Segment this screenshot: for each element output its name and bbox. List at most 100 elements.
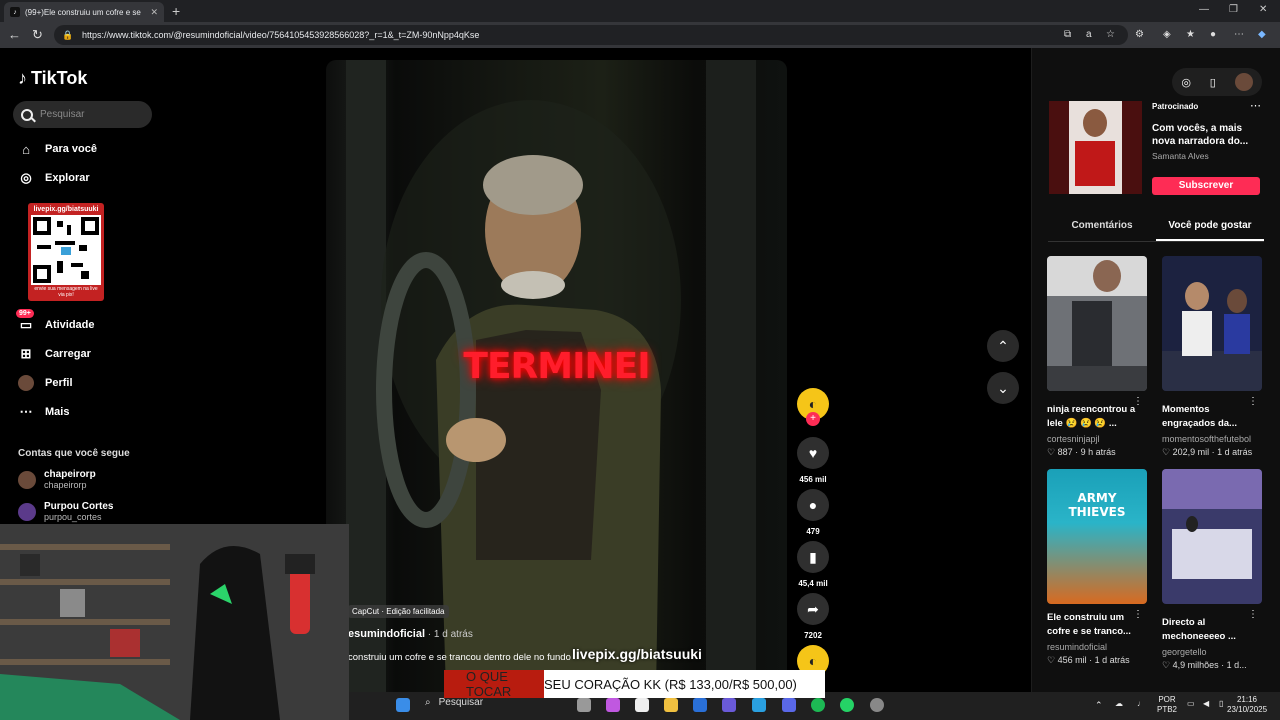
clock[interactable]: 21:16 23/10/2025 bbox=[1227, 695, 1267, 715]
card-likes: 202,9 mil bbox=[1172, 447, 1210, 457]
heart-icon: ♡ bbox=[1047, 447, 1058, 457]
more-options-icon[interactable]: ⋮ bbox=[1133, 396, 1143, 407]
network-icon[interactable]: ▭ bbox=[1187, 699, 1195, 709]
ad-thumbnail[interactable] bbox=[1049, 101, 1142, 194]
more-options-icon[interactable]: ⋯ bbox=[1250, 99, 1261, 112]
browser-tabbar: ♪ (99+)Ele construiu um cofre e se ✕ + —… bbox=[0, 0, 1280, 22]
card-title: Ele construiu um cofre e se tranco... bbox=[1047, 612, 1131, 637]
whatsapp-icon[interactable] bbox=[840, 698, 854, 712]
favorites-icon[interactable]: ★ bbox=[1186, 29, 1195, 40]
card-author: georgetello bbox=[1162, 647, 1207, 657]
creator-avatar[interactable]: ◐ + bbox=[797, 388, 829, 426]
like-button[interactable]: ♥ 456 mil bbox=[797, 437, 829, 484]
maximize-icon[interactable]: ❐ bbox=[1229, 4, 1238, 15]
address-bar[interactable]: 🔒 https://www.tiktok.com/@resumindoficia… bbox=[54, 25, 1128, 45]
spotify-icon[interactable] bbox=[811, 698, 825, 712]
back-icon[interactable]: ← bbox=[8, 27, 21, 42]
translate-icon[interactable]: a bbox=[1086, 29, 1092, 40]
app-icon[interactable]: ⧉ bbox=[1064, 29, 1071, 40]
account-handle: chapeirorp bbox=[44, 480, 87, 490]
reload-icon[interactable]: ↻ bbox=[32, 27, 43, 43]
livepix-overlay-text: livepix.gg/biatsuuki bbox=[572, 646, 702, 662]
teams-icon[interactable] bbox=[722, 698, 736, 712]
recommended-video-card[interactable]: Directo al mechoneeeeo ... ⋮ georgetello… bbox=[1162, 469, 1262, 671]
task-view-icon[interactable] bbox=[577, 698, 591, 712]
tab-comentarios[interactable]: Comentários bbox=[1048, 216, 1156, 241]
profile-avatar-icon[interactable]: ● bbox=[1210, 29, 1216, 40]
share-button[interactable]: ➦ 7202 bbox=[797, 593, 829, 640]
extensions-icon[interactable]: ⚙ bbox=[1135, 29, 1144, 40]
card-author: cortesninjapjl bbox=[1047, 434, 1100, 444]
store-icon[interactable] bbox=[635, 698, 649, 712]
more-options-icon[interactable]: ⋮ bbox=[1133, 609, 1143, 620]
right-tabs: Comentários Você pode gostar bbox=[1048, 216, 1264, 242]
comment-button[interactable]: ● 479 bbox=[797, 489, 829, 536]
sidebar-item-perfil[interactable]: Perfil bbox=[18, 375, 73, 391]
follow-plus-icon[interactable]: + bbox=[806, 412, 820, 426]
video-thumbnail bbox=[1047, 256, 1147, 391]
tab-voce-pode-gostar[interactable]: Você pode gostar bbox=[1156, 216, 1264, 241]
file-explorer-icon[interactable] bbox=[664, 698, 678, 712]
sidebar-item-carregar[interactable]: ⊞ Carregar bbox=[18, 346, 91, 362]
save-button[interactable]: ▮ 45,4 mil bbox=[797, 541, 829, 588]
volume-icon[interactable]: ◀ bbox=[1203, 699, 1209, 709]
chevron-up-icon: ⌃ bbox=[997, 337, 1009, 354]
mic-icon[interactable]: ♩ bbox=[1137, 699, 1145, 709]
compass-icon[interactable]: ◎ bbox=[1181, 76, 1191, 89]
sidebar-item-explorar[interactable]: ◎ Explorar bbox=[18, 170, 89, 186]
battery-icon[interactable]: ▯ bbox=[1219, 699, 1223, 709]
language-indicator[interactable]: POR PTB2 bbox=[1157, 695, 1177, 715]
edge-icon[interactable] bbox=[752, 698, 766, 712]
favorite-star-icon[interactable]: ☆ bbox=[1106, 29, 1115, 40]
following-account[interactable]: Purpou Cortes purpou_cortes bbox=[18, 501, 113, 522]
thumbnail-text: ARMY THIEVES bbox=[1068, 491, 1126, 519]
device-icon[interactable]: ▯ bbox=[1210, 76, 1216, 89]
copilot-app-icon[interactable] bbox=[606, 698, 620, 712]
search-input[interactable]: Pesquisar bbox=[13, 101, 152, 128]
card-likes: 456 mil bbox=[1057, 655, 1087, 665]
shield-icon[interactable]: ◈ bbox=[1163, 29, 1171, 40]
more-options-icon[interactable]: ⋮ bbox=[1248, 396, 1258, 407]
minimize-icon[interactable]: — bbox=[1199, 4, 1209, 15]
card-title: Momentos engraçados da... bbox=[1162, 404, 1237, 429]
new-tab-icon[interactable]: + bbox=[172, 3, 180, 19]
capcut-label[interactable]: CapCut · Edição facilitada bbox=[348, 605, 449, 618]
menu-dots-icon[interactable]: ⋯ bbox=[1234, 29, 1244, 40]
video-player[interactable]: TERMINEI bbox=[326, 60, 787, 692]
windows-start-icon[interactable] bbox=[396, 698, 410, 712]
recommended-video-card[interactable]: Momentos engraçados da... ⋮ momentosofth… bbox=[1162, 256, 1262, 458]
profile-avatar-icon[interactable] bbox=[1234, 73, 1253, 91]
card-time: 9 h atrás bbox=[1080, 447, 1116, 457]
card-title: ninja reencontrou a lele 😢 😢 😢 ... bbox=[1047, 404, 1136, 429]
subscribe-button[interactable]: Subscrever bbox=[1152, 177, 1260, 195]
recommended-video-card[interactable]: ninja reencontrou a lele 😢 😢 😢 ... ⋮ cor… bbox=[1047, 256, 1147, 458]
card-time: 1 d atrás bbox=[1094, 655, 1130, 665]
tray-chevron-icon[interactable]: ⌃ bbox=[1095, 700, 1103, 710]
video-author[interactable]: esumindoficial · 1 d atrás bbox=[348, 628, 473, 640]
home-icon: ⌂ bbox=[22, 141, 30, 157]
sidebar-item-mais[interactable]: ⋯ Mais bbox=[18, 404, 70, 420]
lock-icon: 🔒 bbox=[62, 30, 74, 40]
compass-icon: ◎ bbox=[20, 170, 32, 185]
close-tab-icon[interactable]: ✕ bbox=[150, 7, 158, 18]
ad-title[interactable]: Com vocês, a mais nova narradora do... bbox=[1152, 122, 1262, 148]
browser-tab[interactable]: ♪ (99+)Ele construiu um cofre e se ✕ bbox=[4, 2, 164, 22]
ad-author[interactable]: Samanta Alves bbox=[1152, 151, 1209, 161]
close-window-icon[interactable]: ✕ bbox=[1259, 4, 1267, 15]
outlook-icon[interactable] bbox=[693, 698, 707, 712]
following-account[interactable]: chapeirorp chapeirorp bbox=[18, 469, 96, 490]
screen: ♪ (99+)Ele construiu um cofre e se ✕ + —… bbox=[0, 0, 1280, 720]
discord-icon[interactable] bbox=[782, 698, 796, 712]
video-author-name: esumindoficial bbox=[348, 628, 426, 640]
recommended-video-card[interactable]: ARMY THIEVES Ele construiu um cofre e se… bbox=[1047, 469, 1147, 666]
steam-icon[interactable] bbox=[870, 698, 884, 712]
cloud-icon[interactable]: ☁ bbox=[1115, 699, 1123, 709]
copilot-icon[interactable]: ◆ bbox=[1258, 29, 1266, 40]
sidebar-item-atividade[interactable]: ▭ 99+ Atividade bbox=[16, 309, 95, 333]
heart-icon: ♡ bbox=[1047, 655, 1058, 665]
tiktok-logo[interactable]: ♪ TikTok bbox=[18, 68, 87, 89]
previous-video-button[interactable]: ⌃ bbox=[987, 330, 1019, 362]
more-options-icon[interactable]: ⋮ bbox=[1248, 609, 1258, 620]
sidebar-item-para-voce[interactable]: ⌂ Para você bbox=[18, 141, 97, 157]
next-video-button[interactable]: ⌄ bbox=[987, 372, 1019, 404]
